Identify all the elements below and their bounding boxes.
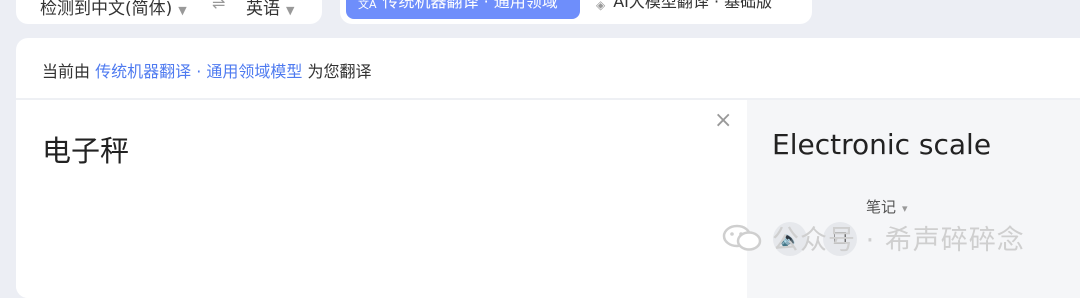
cube-icon: ◈	[596, 0, 606, 12]
target-text-area: Electronic scale	[747, 100, 1080, 298]
mode-traditional-tab[interactable]: 文A 传统机器翻译 · 通用领域	[346, 0, 580, 19]
source-text[interactable]: 电子秤	[42, 128, 129, 170]
engine-link[interactable]: 传统机器翻译 · 通用领域模型	[95, 62, 302, 81]
source-text-area[interactable]: 电子秤 ×	[16, 100, 747, 298]
translate-icon: 文A	[358, 0, 377, 11]
top-toolbar: 检测到中文(简体) ▼ ⇌ 英语 ▼ 文A 传统机器翻译 · 通用领域 ◈ AI大模…	[0, 0, 1080, 30]
mode-traditional-label: 传统机器翻译 · 通用领域	[382, 0, 558, 11]
swap-languages-icon[interactable]: ⇌	[212, 0, 225, 13]
source-language-dropdown[interactable]: 检测到中文(简体) ▼	[40, 0, 187, 19]
mode-ai-tab[interactable]: ◈ AI大模型翻译 · 基础版	[596, 0, 772, 19]
engine-notice: 当前由 传统机器翻译 · 通用领域模型 为您翻译	[42, 58, 371, 82]
watermark-text: 公众号 · 希声碎碎念	[772, 225, 1025, 256]
chevron-down-icon: ▾	[902, 202, 908, 215]
notes-dropdown[interactable]: 笔记 ▾	[866, 196, 908, 217]
notice-suffix: 为您翻译	[307, 62, 372, 81]
watermark: 公众号 · 希声碎碎念	[722, 218, 1025, 257]
wechat-logo-icon	[722, 224, 762, 251]
target-language-label: 英语	[246, 0, 280, 19]
notes-label: 笔记	[866, 198, 897, 216]
mode-ai-label: AI大模型翻译 · 基础版	[613, 0, 773, 11]
translation-card: 当前由 传统机器翻译 · 通用领域模型 为您翻译 电子秤 × Electroni…	[16, 38, 1080, 298]
close-icon[interactable]: ×	[714, 110, 732, 132]
chevron-down-icon: ▼	[286, 4, 295, 17]
language-selector: 检测到中文(简体) ▼ ⇌ 英语 ▼	[16, 0, 322, 24]
source-language-label: 检测到中文(简体)	[40, 0, 173, 19]
chevron-down-icon: ▼	[178, 4, 187, 17]
target-language-dropdown[interactable]: 英语 ▼	[246, 0, 294, 19]
notice-prefix: 当前由	[42, 62, 91, 81]
translated-text: Electronic scale	[772, 128, 992, 161]
translation-mode-switch: 文A 传统机器翻译 · 通用领域 ◈ AI大模型翻译 · 基础版	[340, 0, 812, 24]
